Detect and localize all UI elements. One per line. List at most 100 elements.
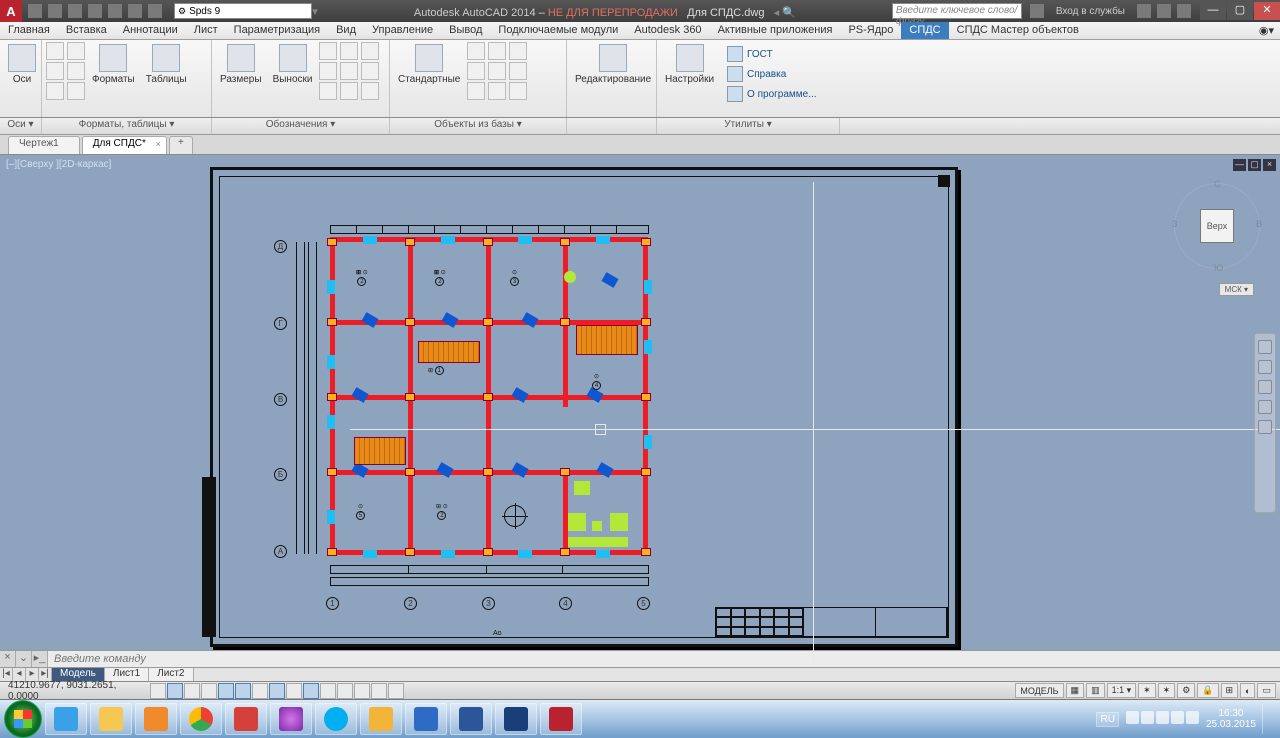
infer-toggle[interactable] [150, 683, 166, 699]
menu-manage[interactable]: Управление [364, 22, 441, 39]
stay-connected-icon[interactable] [1157, 4, 1171, 18]
grid-toggle[interactable] [184, 683, 200, 699]
menu-home[interactable]: Главная [0, 22, 58, 39]
status-icon[interactable]: ▦ [1066, 683, 1085, 698]
mini-icon[interactable] [46, 42, 64, 60]
dimensions-button[interactable]: Размеры [216, 42, 266, 87]
panel-label-axes[interactable]: Оси ▾ [0, 118, 42, 134]
axes-button[interactable]: Оси [4, 42, 40, 87]
style-dropdown[interactable]: Spds 9 [174, 3, 312, 19]
language-indicator[interactable]: RU [1096, 712, 1118, 727]
tray-icon[interactable] [1141, 711, 1154, 724]
standard-button[interactable]: Стандартные [394, 42, 464, 87]
task-skype[interactable] [315, 703, 357, 735]
model-space-button[interactable]: МОДЕЛЬ [1015, 683, 1063, 698]
close-button[interactable]: ✕ [1254, 2, 1280, 20]
am-toggle[interactable] [388, 683, 404, 699]
anno-scale-button[interactable]: 1:1 ▾ [1107, 683, 1137, 698]
clean-screen-icon[interactable]: ▭ [1257, 683, 1276, 698]
maximize-button[interactable]: ▢ [1227, 2, 1253, 20]
panel-label-util[interactable]: Утилиты ▾ [657, 118, 840, 134]
view-cube[interactable]: Верх С Ю В З [1174, 183, 1260, 269]
menu-output[interactable]: Вывод [441, 22, 490, 39]
status-icon[interactable]: ▥ [1086, 683, 1105, 698]
tray-volume-icon[interactable] [1186, 711, 1199, 724]
task-ie[interactable] [45, 703, 87, 735]
show-desktop-button[interactable] [1262, 704, 1270, 734]
minimize-button[interactable]: — [1200, 2, 1226, 20]
sc-toggle[interactable] [371, 683, 387, 699]
vp-minimize-icon[interactable]: — [1233, 159, 1246, 171]
anno-auto-icon[interactable]: ✶ [1158, 683, 1176, 698]
qp-toggle[interactable] [354, 683, 370, 699]
nav-wheel-icon[interactable] [1258, 340, 1272, 354]
qat-undo-icon[interactable] [128, 4, 142, 18]
formats-button[interactable]: Форматы [88, 42, 139, 87]
task-revit[interactable] [495, 703, 537, 735]
task-autocad[interactable] [540, 703, 582, 735]
osnap-toggle[interactable] [235, 683, 251, 699]
lwt-toggle[interactable] [320, 683, 336, 699]
snap-toggle[interactable] [167, 683, 183, 699]
qat-redo-icon[interactable] [148, 4, 162, 18]
qat-save-icon[interactable] [68, 4, 82, 18]
panel-label-base[interactable]: Объекты из базы ▾ [390, 118, 567, 134]
menu-parametric[interactable]: Параметризация [226, 22, 328, 39]
task-word[interactable] [450, 703, 492, 735]
menu-a360[interactable]: Autodesk 360 [626, 22, 709, 39]
qat-saveas-icon[interactable] [88, 4, 102, 18]
anno-vis-icon[interactable]: ✶ [1138, 683, 1156, 698]
lock-ui-icon[interactable]: 🔒 [1197, 683, 1218, 698]
cmd-config-icon[interactable]: ⌄ [16, 651, 32, 667]
vp-close-icon[interactable]: × [1263, 159, 1276, 171]
start-button[interactable] [4, 700, 42, 738]
editing-button[interactable]: Редактирование [571, 42, 655, 87]
ducs-toggle[interactable] [286, 683, 302, 699]
task-app2[interactable] [270, 703, 312, 735]
sign-in-link[interactable]: Вход в службы [1052, 6, 1129, 17]
menu-annotate[interactable]: Аннотации [115, 22, 186, 39]
nav-pan-icon[interactable] [1258, 360, 1272, 374]
menu-insert[interactable]: Вставка [58, 22, 115, 39]
menu-view[interactable]: Вид [328, 22, 364, 39]
tray-icon[interactable] [1156, 711, 1169, 724]
task-explorer[interactable] [90, 703, 132, 735]
nav-showmotion-icon[interactable] [1258, 420, 1272, 434]
leaders-button[interactable]: Выноски [269, 42, 317, 87]
workspace-icon[interactable]: ⚙ [1177, 683, 1195, 698]
about-link[interactable]: О программе... [727, 86, 817, 102]
layout-sheet2-tab[interactable]: Лист2 [149, 668, 193, 681]
menu-ps-core[interactable]: PS-Ядро [840, 22, 901, 39]
doc-tab-2[interactable]: Для СПДС*× [82, 136, 167, 154]
drawing-area[interactable]: [–][Сверху ][2D-каркас] — ▢ × [0, 155, 1280, 650]
help-link[interactable]: Справка [727, 66, 817, 82]
qat-new-icon[interactable] [28, 4, 42, 18]
cmd-close-icon[interactable]: × [0, 651, 16, 667]
3dosnap-toggle[interactable] [252, 683, 268, 699]
qat-open-icon[interactable] [48, 4, 62, 18]
gost-link[interactable]: ГОСТ [727, 46, 817, 62]
tray-network-icon[interactable] [1171, 711, 1184, 724]
tables-button[interactable]: Таблицы [142, 42, 191, 87]
menu-spds-master[interactable]: СПДС Мастер объектов [949, 22, 1087, 39]
task-app3[interactable] [405, 703, 447, 735]
task-chrome[interactable] [180, 703, 222, 735]
autodesk360-icon[interactable] [1030, 4, 1044, 18]
help-search-input[interactable]: Введите ключевое слово/фразу [892, 3, 1022, 19]
ortho-toggle[interactable] [201, 683, 217, 699]
settings-button[interactable]: Настройки [661, 42, 718, 87]
tpy-toggle[interactable] [337, 683, 353, 699]
command-input[interactable] [48, 651, 1280, 667]
vp-maximize-icon[interactable]: ▢ [1248, 159, 1261, 171]
app-logo[interactable]: A [0, 0, 22, 22]
help-icon[interactable] [1177, 4, 1191, 18]
close-tab-icon[interactable]: × [156, 139, 161, 149]
menu-featured[interactable]: Активные приложения [710, 22, 841, 39]
isolate-icon[interactable]: ◐ [1240, 683, 1255, 698]
ucs-dropdown[interactable]: МСК ▾ [1219, 283, 1254, 296]
menu-spds[interactable]: СПДС [901, 22, 948, 39]
doc-tab-1[interactable]: Чертеж1 [8, 136, 80, 154]
hardware-accel-icon[interactable]: ⊞ [1221, 683, 1239, 698]
qat-plot-icon[interactable] [108, 4, 122, 18]
task-media[interactable] [135, 703, 177, 735]
